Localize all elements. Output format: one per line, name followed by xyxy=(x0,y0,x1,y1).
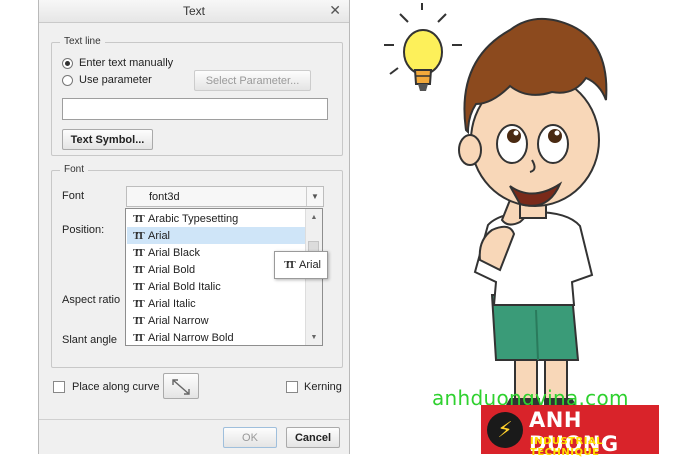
ok-button[interactable]: OK xyxy=(223,427,277,448)
footer-divider xyxy=(39,419,349,420)
text-line-input[interactable] xyxy=(62,98,328,120)
slant-angle-label: Slant angle xyxy=(62,334,118,346)
select-parameter-button[interactable]: Select Parameter... xyxy=(194,70,311,91)
lightning-bolt-icon: ⚡ xyxy=(487,412,523,448)
flip-direction-button[interactable] xyxy=(163,373,199,399)
list-item[interactable]: TT Arial Narrow Bold xyxy=(127,329,305,346)
close-icon[interactable]: ✕ xyxy=(329,2,341,19)
place-along-curve-checkbox[interactable] xyxy=(53,381,65,393)
tt-font-icon: TT xyxy=(133,212,145,225)
tt-font-icon: TT xyxy=(284,259,296,271)
logo-tagline: INDUSTRIAL TECHNIQUE xyxy=(530,436,604,458)
position-label: Position: xyxy=(62,224,105,236)
tt-font-icon: TT xyxy=(133,229,145,242)
thinking-boy-illustration xyxy=(384,3,608,405)
tt-font-icon: TT xyxy=(133,314,145,327)
place-along-curve-label: Place along curve xyxy=(72,381,160,393)
light-bulb-icon xyxy=(384,3,462,91)
chevron-down-icon[interactable]: ▼ xyxy=(306,187,323,206)
radio-button[interactable] xyxy=(62,74,73,86)
list-item[interactable]: TT Arabic Typesetting xyxy=(127,210,305,227)
kerning-checkbox[interactable] xyxy=(286,381,298,393)
font-label: Font xyxy=(62,190,85,202)
radio-label-parameter: Use parameter xyxy=(79,74,152,86)
scroll-down-icon[interactable]: ▼ xyxy=(306,330,322,344)
font-legend: Font xyxy=(60,164,89,175)
scroll-up-icon[interactable]: ▲ xyxy=(306,210,322,224)
radio-button-checked[interactable] xyxy=(62,57,73,69)
list-item-selected[interactable]: TT Arial xyxy=(127,227,305,244)
dialog-title: Text xyxy=(182,4,205,18)
dialog-titlebar[interactable]: Text ✕ xyxy=(39,0,349,23)
tt-font-icon: TT xyxy=(133,297,145,310)
anh-duong-logo: ⚡ ANH DUONG INDUSTRIAL TECHNIQUE xyxy=(481,405,659,458)
tt-font-icon: TT xyxy=(133,331,145,344)
tt-font-icon: TT xyxy=(133,263,145,276)
cancel-button[interactable]: Cancel xyxy=(286,427,340,448)
list-item[interactable]: TT Arial Italic xyxy=(127,295,305,312)
list-item[interactable]: TT Arial Bold Italic xyxy=(127,278,305,295)
font-preview-tooltip: TT Arial xyxy=(274,251,328,279)
radio-label-manual: Enter text manually xyxy=(79,57,174,69)
tt-font-icon: TT xyxy=(133,246,145,259)
flip-direction-icon xyxy=(172,379,190,395)
list-item[interactable]: TT Arial Narrow xyxy=(127,312,305,329)
font-select[interactable]: font3d ▼ xyxy=(126,186,324,207)
tt-font-icon: TT xyxy=(133,280,145,293)
aspect-ratio-label: Aspect ratio xyxy=(62,294,121,306)
radio-enter-manually[interactable]: Enter text manually xyxy=(62,57,173,69)
tooltip-text: Arial xyxy=(299,259,322,271)
radio-use-parameter[interactable]: Use parameter xyxy=(62,74,152,86)
text-symbol-button[interactable]: Text Symbol... xyxy=(62,129,153,150)
font-select-value: font3d xyxy=(149,191,180,203)
text-line-legend: Text line xyxy=(60,36,105,47)
kerning-label: Kerning xyxy=(304,381,342,393)
